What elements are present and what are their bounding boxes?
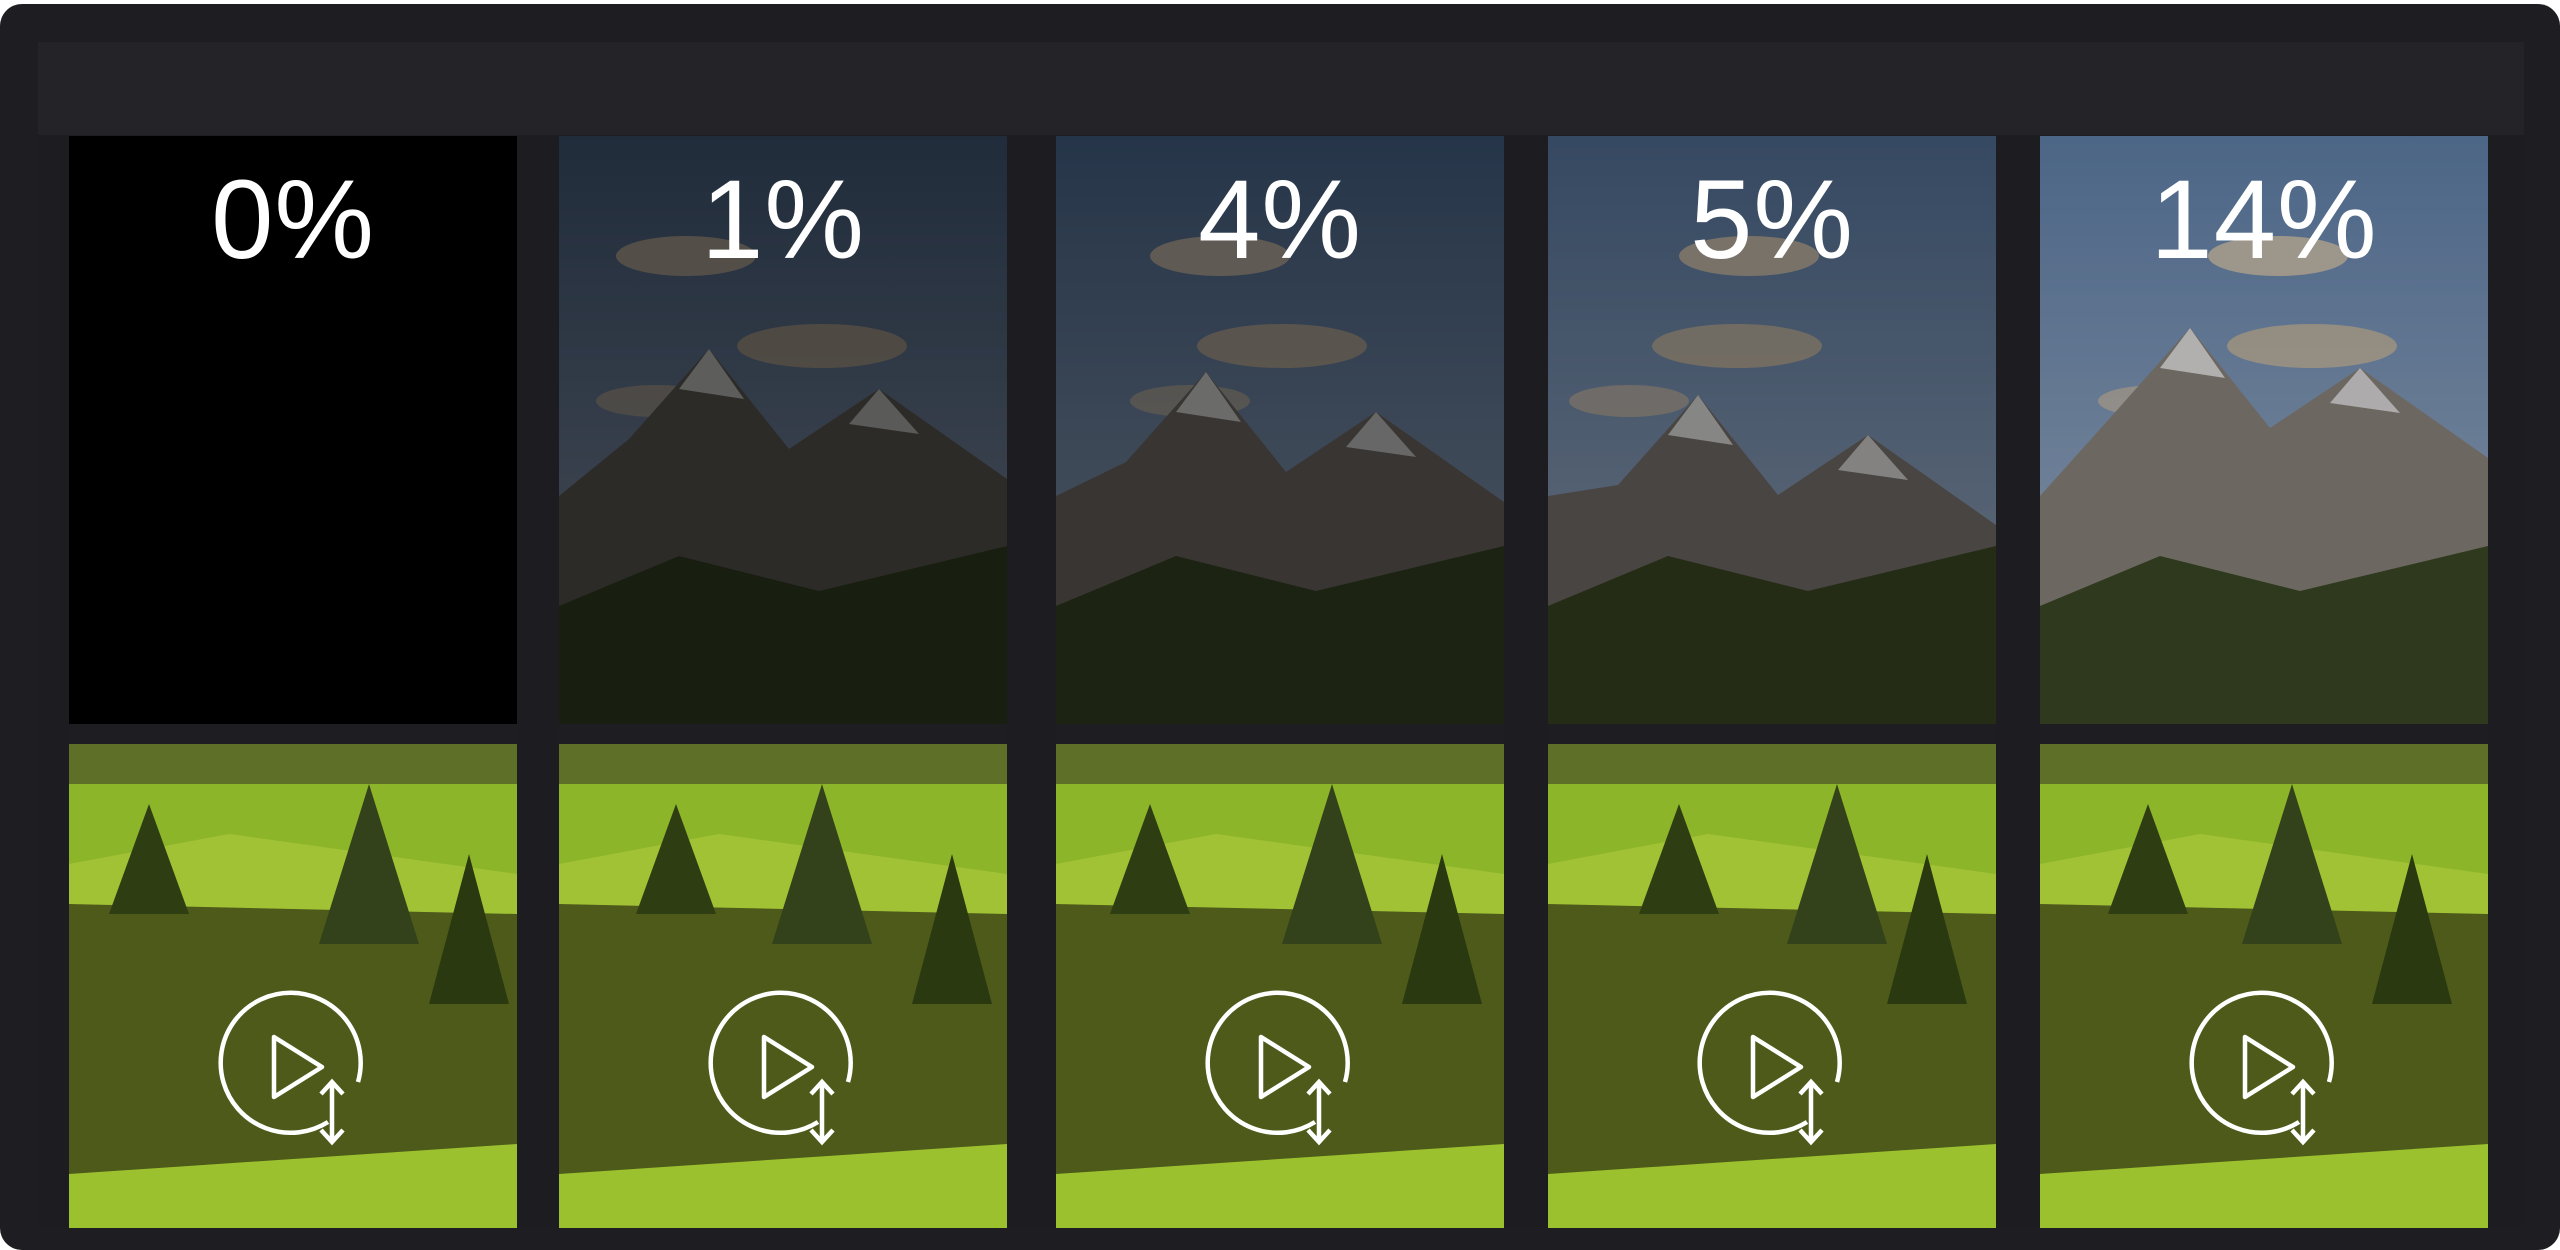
play-swap-button[interactable] (698, 982, 868, 1152)
play-swap-button[interactable] (2179, 982, 2349, 1152)
tile-divider (559, 724, 1007, 744)
percent-label: 4% (1198, 157, 1362, 282)
tile-divider (2040, 724, 2488, 744)
top-toolbar (38, 42, 2524, 139)
tile-1-percent[interactable]: 1% (559, 136, 1007, 1228)
percent-label: 5% (1690, 157, 1854, 282)
play-swap-icon (708, 990, 853, 1146)
tile-divider (1548, 724, 1996, 744)
percent-label: 0% (211, 157, 375, 282)
play-swap-icon (1697, 990, 1842, 1146)
tile-0-percent[interactable]: 0% (69, 136, 517, 1228)
play-swap-button[interactable] (1687, 982, 1857, 1152)
play-swap-button[interactable] (208, 982, 378, 1152)
tile-divider (69, 724, 517, 744)
percent-label: 14% (2150, 157, 2378, 282)
percent-label: 1% (701, 157, 865, 282)
tile-14-percent[interactable]: 14% (2040, 136, 2488, 1228)
play-swap-icon (218, 990, 363, 1146)
play-swap-button[interactable] (1195, 982, 1365, 1152)
tile-divider (1056, 724, 1504, 744)
tile-5-percent[interactable]: 5% (1548, 136, 1996, 1228)
tile-4-percent[interactable]: 4% (1056, 136, 1504, 1228)
play-swap-icon (2189, 990, 2334, 1146)
play-swap-icon (1205, 990, 1350, 1146)
